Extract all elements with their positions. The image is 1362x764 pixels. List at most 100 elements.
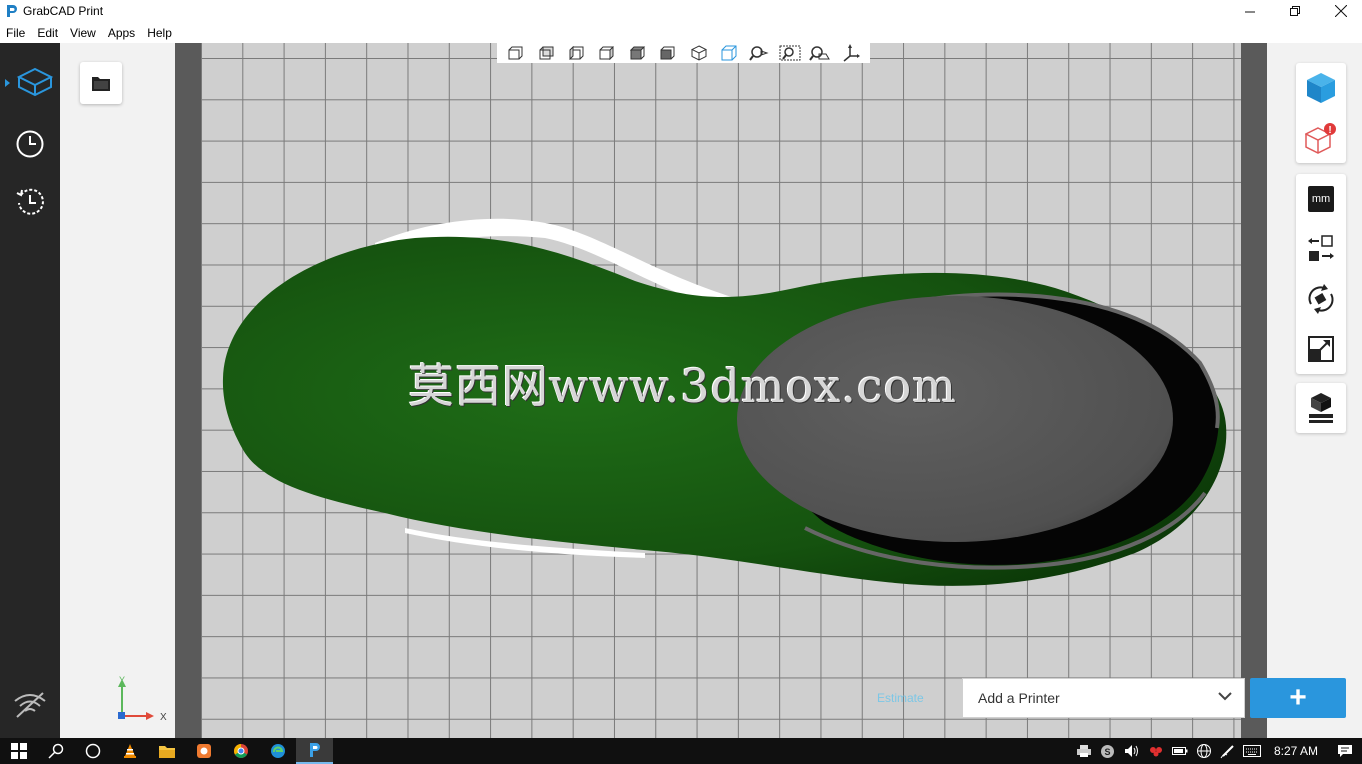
zoom-region-button[interactable] [779, 44, 801, 62]
zoom-plane-button[interactable] [809, 44, 831, 62]
view-top-button[interactable] [627, 44, 649, 62]
open-file-button[interactable] [80, 62, 122, 104]
wifi-off-icon [14, 692, 46, 718]
chrome-icon [233, 744, 248, 758]
axis-toggle-button[interactable] [840, 44, 862, 62]
move-icon [1308, 235, 1334, 261]
grabcad-logo-icon [309, 743, 320, 757]
menu-apps[interactable]: Apps [102, 26, 141, 40]
menu-view[interactable]: View [64, 26, 102, 40]
units-label: mm [1308, 186, 1334, 212]
tray-network[interactable] [1192, 738, 1216, 764]
tray-pen[interactable] [1216, 738, 1240, 764]
print-settings-button[interactable] [1296, 383, 1346, 433]
taskbar-edge[interactable] [259, 738, 296, 764]
view-front-button[interactable] [505, 44, 527, 62]
nav-models-button[interactable] [0, 57, 60, 109]
model-cube-icon [5, 67, 54, 97]
units-toggle-button[interactable]: mm [1296, 174, 1346, 224]
axis-indicator: Y X [118, 675, 167, 723]
view-bottom-icon [660, 46, 675, 60]
move-button[interactable] [1296, 224, 1346, 274]
keyboard-icon [1242, 745, 1261, 757]
taskbar: S 8:27 AM [0, 738, 1362, 764]
folder-icon [158, 746, 175, 758]
taskbar-chrome[interactable] [222, 738, 259, 764]
nav-history-button[interactable] [0, 176, 60, 228]
minimize-button[interactable] [1227, 0, 1273, 22]
close-button[interactable] [1318, 0, 1362, 22]
taskbar-explorer[interactable] [148, 738, 185, 764]
title-bar: GrabCAD Print [0, 0, 1362, 22]
globe-icon [1196, 744, 1211, 758]
close-icon [1335, 5, 1347, 17]
printer-select[interactable]: Add a Printer [962, 678, 1245, 718]
pen-icon [1220, 745, 1234, 759]
scale-button[interactable] [1296, 324, 1346, 374]
battery-icon [1171, 747, 1188, 755]
zoom-region-icon [779, 45, 801, 61]
grabcad-logo-icon [7, 5, 17, 17]
view-back-icon [539, 46, 554, 60]
axis-icon [843, 44, 860, 62]
taskbar-vlc[interactable] [111, 738, 148, 764]
printer-select-label: Add a Printer [978, 690, 1060, 706]
view-fit-icon [721, 45, 737, 61]
menu-help[interactable]: Help [141, 26, 178, 40]
tray-keyboard[interactable] [1240, 738, 1264, 764]
search-icon [47, 743, 63, 759]
axis-x-label: X [160, 712, 167, 723]
view-bottom-button[interactable] [657, 44, 679, 62]
tray-skype[interactable]: S [1096, 738, 1120, 764]
print-settings-group [1296, 383, 1346, 433]
volume-icon [1124, 745, 1138, 757]
model-view-button[interactable] [1296, 63, 1346, 113]
tray-printer[interactable] [1072, 738, 1096, 764]
watermark-text: 莫西网www.3dmox.com [408, 359, 957, 413]
estimate-link[interactable]: Estimate [877, 691, 924, 705]
menu-bar: File Edit View Apps Help [0, 22, 1362, 43]
action-center-button[interactable] [1328, 738, 1362, 764]
view-left-icon [569, 46, 584, 60]
view-top-icon [629, 46, 646, 60]
view-back-button[interactable] [536, 44, 558, 62]
app-icon [196, 744, 211, 758]
chevron-down-icon [1218, 692, 1232, 701]
rotate-button[interactable] [1296, 274, 1346, 324]
tray-volume[interactable] [1120, 738, 1144, 764]
view-right-button[interactable] [596, 44, 618, 62]
minimize-icon [1244, 11, 1255, 12]
history-icon [16, 188, 44, 215]
nav-queue-button[interactable] [0, 118, 60, 170]
search-button[interactable] [37, 738, 74, 764]
model-error-icon: ! [1305, 123, 1336, 154]
model-error-button[interactable]: ! [1296, 113, 1346, 163]
svg-text:S: S [1105, 747, 1111, 757]
view-right-icon [599, 46, 614, 60]
view-toolbar [497, 43, 870, 63]
menu-edit[interactable]: Edit [31, 26, 64, 40]
taskbar-clock[interactable]: 8:27 AM [1264, 744, 1328, 758]
add-printer-button[interactable]: + [1250, 678, 1346, 718]
menu-file[interactable]: File [0, 26, 31, 40]
view-fit-button[interactable] [718, 44, 740, 62]
print-settings-icon [1309, 393, 1333, 423]
tray-app-red[interactable] [1144, 738, 1168, 764]
tray-battery[interactable] [1168, 738, 1192, 764]
view-iso-button[interactable] [688, 44, 710, 62]
right-tool-panel: ! mm [1267, 43, 1362, 738]
clock-icon [16, 130, 44, 158]
transform-group: mm [1296, 174, 1346, 374]
taskbar-grabcad[interactable] [296, 738, 333, 764]
axis-y-label: Y [119, 675, 125, 685]
start-button[interactable] [0, 738, 37, 764]
app-red-icon [1149, 747, 1162, 757]
cortana-button[interactable] [74, 738, 111, 764]
scale-icon [1308, 336, 1334, 362]
maximize-button[interactable] [1272, 0, 1318, 22]
connection-status[interactable] [0, 679, 60, 731]
zoom-selection-button[interactable] [748, 44, 770, 62]
view-left-button[interactable] [566, 44, 588, 62]
view-iso-icon [690, 45, 707, 61]
taskbar-app-orange[interactable] [185, 738, 222, 764]
